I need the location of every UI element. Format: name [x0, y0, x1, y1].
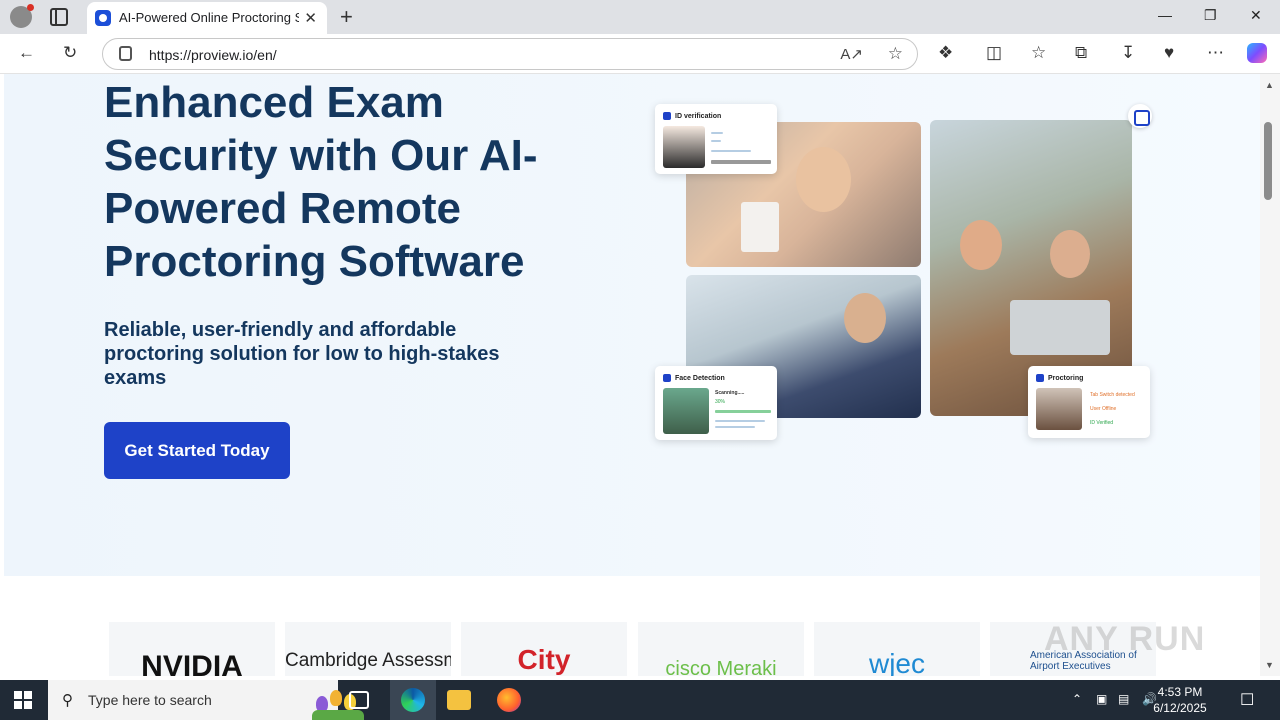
read-aloud-icon[interactable]: A↗ [840, 45, 863, 63]
new-tab-button[interactable]: + [340, 4, 353, 30]
logo-cambridge: Cambridge Assessment [285, 622, 451, 676]
eye-icon [663, 112, 671, 120]
windows-taskbar: ⚲ Type here to search ⌃ ▣ ▤ 🔊 4:53 PM 6/… [0, 680, 1280, 720]
hero-subtitle: Reliable, user-friendly and affordable p… [104, 319, 500, 389]
collections-icon[interactable]: ⧉ [1075, 43, 1087, 63]
address-bar[interactable]: https://proview.io/en/ A↗ ☆ [102, 38, 918, 70]
favorites-icon[interactable]: ☆ [1031, 43, 1046, 63]
browser-tab-bar: AI-Powered Online Proctoring Sof ✕ + — ❐… [0, 0, 1280, 34]
proctoring-card: Proctoring Tab Switch detected User Offl… [1028, 366, 1150, 438]
eye-icon [1036, 374, 1044, 382]
restore-icon[interactable]: ❐ [1204, 7, 1217, 24]
window-close-icon[interactable]: ✕ [1250, 7, 1262, 24]
taskbar-clock[interactable]: 4:53 PM 6/12/2025 [1140, 684, 1220, 716]
page-scrollbar[interactable]: ▲ ▼ [1260, 74, 1280, 676]
hero-title: Enhanced Exam Security with Our AI-Power… [104, 78, 538, 286]
close-tab-icon[interactable]: ✕ [304, 9, 317, 27]
task-view-icon[interactable] [349, 691, 369, 709]
face-detection-card: Face Detection Scanning..... 30% [655, 366, 777, 440]
taskbar-search-box[interactable]: ⚲ Type here to search [48, 680, 364, 720]
site-favicon-icon [95, 10, 111, 26]
tab-title: AI-Powered Online Proctoring Sof [119, 10, 299, 25]
search-icon: ⚲ [62, 692, 73, 709]
scanning-status: Scanning..... [715, 390, 745, 396]
scroll-down-icon[interactable]: ▼ [1265, 660, 1274, 670]
favorite-star-icon[interactable]: ☆ [888, 44, 903, 64]
proctoring-title: Proctoring [1048, 374, 1084, 382]
tab-actions-icon[interactable] [50, 8, 68, 26]
copilot-icon[interactable] [1247, 43, 1267, 63]
clock-time: 4:53 PM [1157, 685, 1203, 699]
split-screen-icon[interactable]: ◫ [986, 43, 1002, 63]
firefox-icon[interactable] [497, 688, 521, 712]
notifications-icon[interactable]: ☐ [1240, 690, 1254, 710]
taskbar-search-placeholder[interactable]: Type here to search [88, 692, 212, 708]
proctoring-alert-1: Tab Switch detected [1090, 392, 1135, 398]
windows-start-icon[interactable] [14, 691, 32, 709]
logo-wjec: wjec [814, 622, 980, 676]
more-menu-icon[interactable]: ⋯ [1207, 43, 1224, 63]
proctoring-alert-2: User Offline [1090, 406, 1117, 412]
file-explorer-icon[interactable] [447, 690, 471, 710]
browser-essentials-icon[interactable]: ♥ [1164, 43, 1174, 63]
face-detection-title: Face Detection [675, 374, 725, 382]
logo-cisco-meraki: cisco Meraki [638, 622, 804, 676]
proctoring-alert-3: ID Verified [1090, 420, 1114, 426]
minimize-icon[interactable]: — [1158, 7, 1172, 23]
scan-icon [1128, 104, 1152, 128]
get-started-button[interactable]: Get Started Today [104, 422, 290, 479]
scrollbar-thumb[interactable] [1264, 122, 1272, 200]
scan-percent: 30% [715, 399, 726, 405]
url-text[interactable]: https://proview.io/en/ [149, 47, 277, 63]
browser-tab-active[interactable]: AI-Powered Online Proctoring Sof ✕ [87, 2, 327, 34]
eye-icon [663, 374, 671, 382]
tray-security-icon[interactable]: ▣ [1096, 692, 1107, 706]
profile-icon[interactable] [10, 4, 34, 28]
edge-browser-icon [401, 688, 425, 712]
network-icon[interactable]: ▤ [1118, 692, 1129, 706]
logo-nvidia: NVIDIA [109, 622, 275, 676]
id-verification-title: ID verification [675, 112, 722, 120]
refresh-icon[interactable]: ↻ [63, 43, 77, 63]
taskbar-edge-active[interactable] [390, 680, 436, 720]
tray-chevron-icon[interactable]: ⌃ [1072, 692, 1082, 706]
lock-icon[interactable] [119, 46, 132, 61]
clock-date: 6/12/2025 [1153, 701, 1207, 715]
hero-section: Enhanced Exam Security with Our AI-Power… [4, 74, 1260, 576]
web-page: Enhanced Exam Security with Our AI-Power… [4, 74, 1260, 676]
back-arrow-icon[interactable]: ← [18, 43, 35, 63]
logo-city: City [461, 622, 627, 676]
downloads-icon[interactable]: ↧ [1121, 43, 1135, 63]
id-verification-card: ID verification [655, 104, 777, 174]
extensions-icon[interactable]: ❖ [938, 43, 953, 63]
anyrun-watermark: ANY RUN [1044, 620, 1206, 658]
browser-toolbar: ← ↻ https://proview.io/en/ A↗ ☆ ❖ ◫ ☆ ⧉ … [0, 34, 1280, 74]
scroll-up-icon[interactable]: ▲ [1265, 80, 1274, 90]
